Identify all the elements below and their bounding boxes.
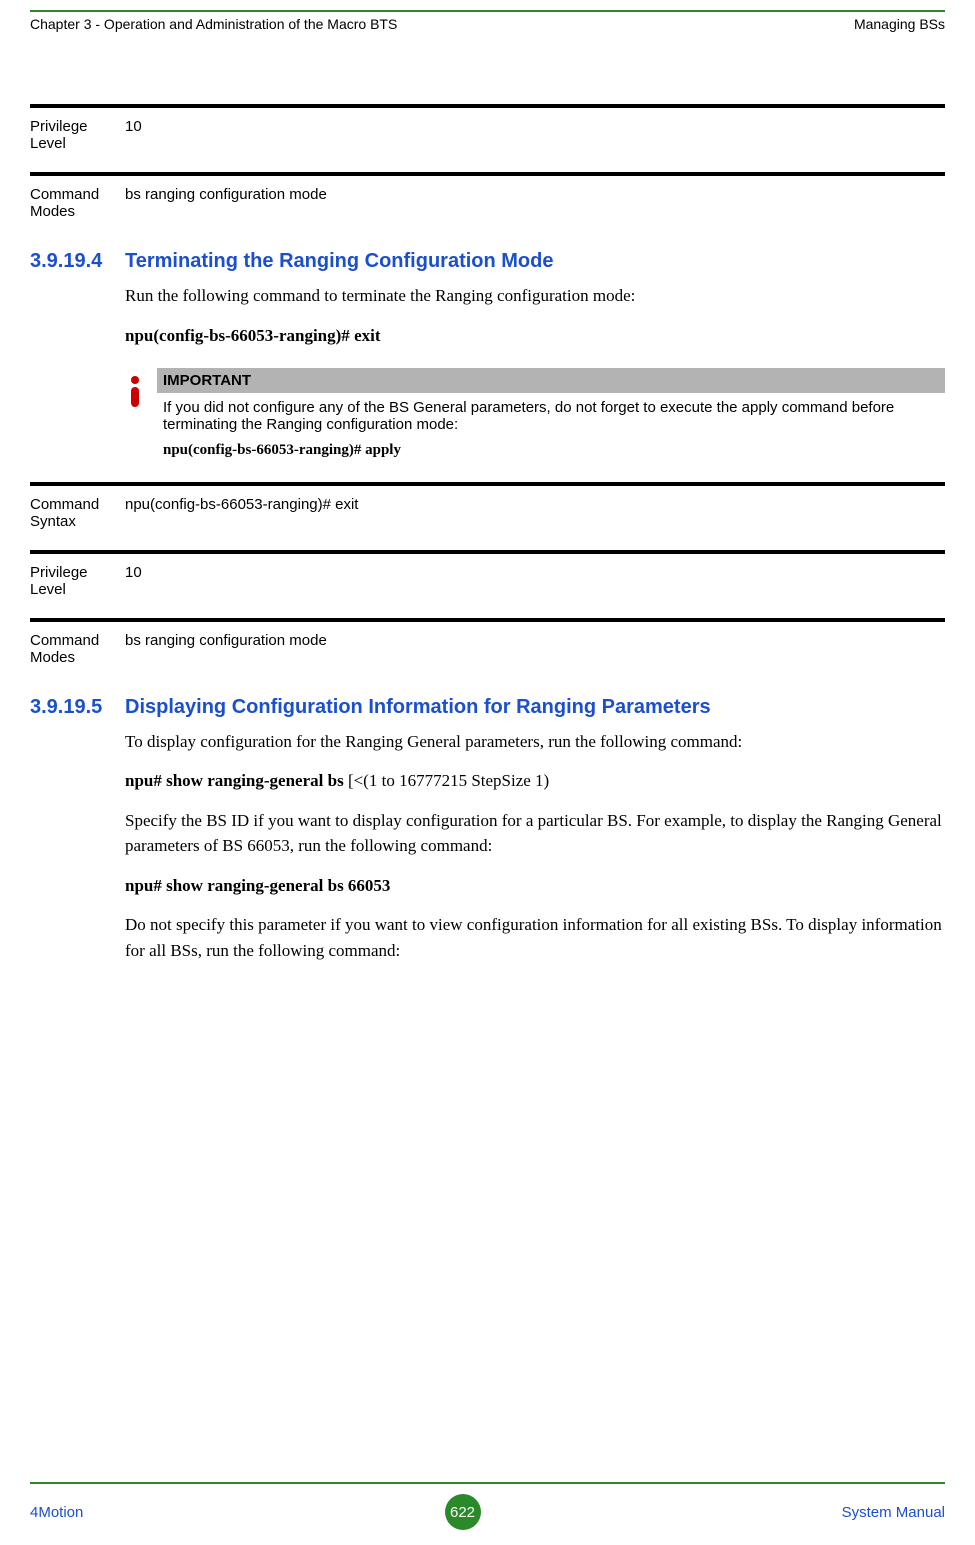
header-left: Chapter 3 - Operation and Administration… [30,16,397,32]
property-row: Command Syntax npu(config-bs-66053-rangi… [30,482,945,550]
section-heading: 3.9.19.5 Displaying Configuration Inform… [30,696,945,719]
section2-p1: To display configuration for the Ranging… [125,729,945,755]
property-row: Command Modes bs ranging configuration m… [30,172,945,240]
page-number: 622 [450,1504,475,1521]
property-value: bs ranging configuration mode [125,186,945,220]
section2-cmd1: npu# show ranging-general bs [<(1 to 167… [125,768,945,794]
section-title: Terminating the Ranging Configuration Mo… [125,250,554,273]
important-note: IMPORTANT If you did not configure any o… [125,368,945,462]
property-row: Privilege Level 10 [30,550,945,618]
property-row: Privilege Level 10 [30,104,945,172]
important-content: IMPORTANT If you did not configure any o… [157,368,945,462]
property-row: Command Modes bs ranging configuration m… [30,618,945,686]
section2-p3: Do not specify this parameter if you wan… [125,912,945,963]
section-heading: 3.9.19.4 Terminating the Ranging Configu… [30,250,945,273]
footer-rule [30,1482,945,1484]
page-container: Chapter 3 - Operation and Administration… [0,0,975,1545]
important-text: If you did not configure any of the BS G… [157,393,945,433]
property-value: bs ranging configuration mode [125,632,945,666]
section2-p2: Specify the BS ID if you want to display… [125,808,945,859]
command-cmd: exit [354,326,380,345]
property-label: Command Modes [30,186,125,220]
section-intro: Run the following command to terminate t… [125,283,945,309]
section-number: 3.9.19.4 [30,250,125,273]
property-label: Command Modes [30,632,125,666]
property-value: npu(config-bs-66053-ranging)# exit [125,496,945,530]
property-label: Command Syntax [30,496,125,530]
page-header: Chapter 3 - Operation and Administration… [30,16,945,32]
cmd1-bold: npu# show ranging-general bs [125,771,344,790]
important-code: npu(config-bs-66053-ranging)# apply [157,433,945,462]
header-rule [30,10,945,12]
header-right: Managing BSs [854,16,945,32]
property-value: 10 [125,564,945,598]
section2-cmd2: npu# show ranging-general bs 66053 [125,873,945,899]
property-value: 10 [125,118,945,152]
footer-left: 4Motion [30,1504,83,1521]
property-table-section1: Command Syntax npu(config-bs-66053-rangi… [30,482,945,686]
property-label: Privilege Level [30,118,125,152]
page-footer: 4Motion 622 System Manual [30,1482,945,1530]
important-icon [125,368,157,462]
footer-right: System Manual [842,1504,945,1521]
command-line: npu(config-bs-66053-ranging)# exit [125,323,945,349]
command-prefix: npu(config-bs-66053-ranging)# [125,326,354,345]
page-number-badge: 622 [445,1494,481,1530]
important-heading: IMPORTANT [157,368,945,393]
cmd1-rest: [<(1 to 16777215 StepSize 1) [344,771,550,790]
section-title: Displaying Configuration Information for… [125,696,711,719]
section-number: 3.9.19.5 [30,696,125,719]
property-label: Privilege Level [30,564,125,598]
property-table-top: Privilege Level 10 Command Modes bs rang… [30,104,945,240]
